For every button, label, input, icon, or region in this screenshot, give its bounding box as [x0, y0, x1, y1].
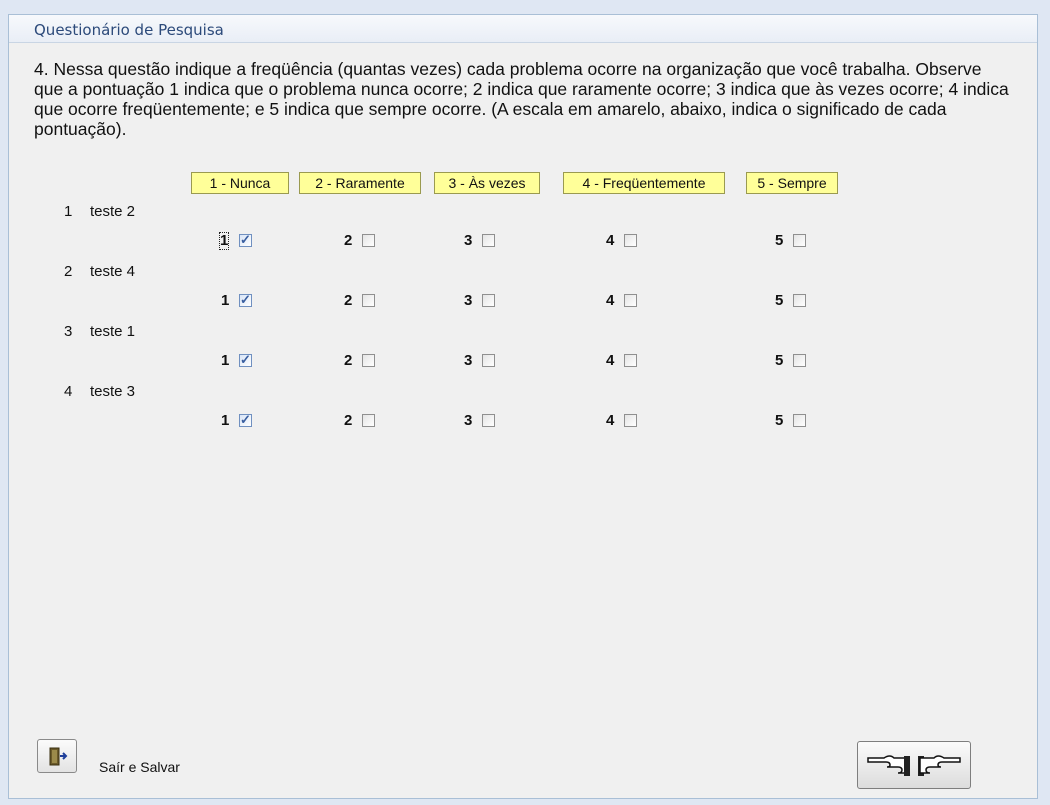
item-text: teste 1 — [90, 323, 136, 340]
rating-digit: 4 — [606, 292, 615, 309]
rating-checkbox[interactable] — [624, 354, 637, 367]
rating-checkbox[interactable] — [239, 292, 252, 308]
rating-digit: 3 — [464, 292, 473, 309]
scale-label-as-vezes: 3 - Às vezes — [434, 172, 540, 194]
rating-checkbox[interactable] — [624, 414, 637, 427]
rating-digit: 3 — [464, 412, 473, 429]
rating-checkbox[interactable] — [624, 294, 637, 307]
rating-checkbox[interactable] — [239, 232, 252, 248]
rating-checkbox[interactable] — [482, 414, 495, 427]
rating-digit: 1 — [221, 412, 230, 429]
rating-digit: 4 — [606, 352, 615, 369]
rating-checkbox[interactable] — [793, 354, 806, 367]
scale-label-nunca: 1 - Nunca — [191, 172, 289, 194]
rating-digit: 3 — [464, 352, 473, 369]
rating-checkbox[interactable] — [624, 234, 637, 247]
rating-digit: 4 — [606, 232, 615, 249]
item-label: 3 teste 1 — [64, 323, 135, 340]
rating-checkbox[interactable] — [793, 234, 806, 247]
exit-save-label: Saír e Salvar — [99, 759, 180, 775]
rating-checkbox[interactable] — [239, 412, 252, 428]
rating-digit: 4 — [606, 412, 615, 429]
question-text: 4. Nessa questão indique a freqüência (q… — [34, 59, 1009, 139]
item-number: 3 — [64, 323, 73, 340]
rating-checkbox[interactable] — [362, 414, 375, 427]
rating-digit: 2 — [344, 412, 353, 429]
rating-checkbox[interactable] — [482, 234, 495, 247]
rating-digit: 1 — [219, 232, 230, 250]
rating-digit: 1 — [221, 292, 230, 309]
exit-save-button[interactable] — [37, 739, 77, 773]
rating-checkbox[interactable] — [362, 354, 375, 367]
item-text: teste 2 — [90, 203, 136, 220]
item-label: 1 teste 2 — [64, 203, 135, 220]
rating-digit: 2 — [344, 352, 353, 369]
item-number: 1 — [64, 203, 73, 220]
questionnaire-window: Questionário de Pesquisa 4. Nessa questã… — [8, 14, 1038, 799]
rating-checkbox[interactable] — [482, 294, 495, 307]
item-text: teste 3 — [90, 383, 136, 400]
item-label: 2 teste 4 — [64, 263, 135, 280]
rating-digit: 5 — [775, 292, 784, 309]
scale-label-frequentemente: 4 - Freqüentemente — [563, 172, 725, 194]
rating-digit: 5 — [775, 352, 784, 369]
scale-label-sempre: 5 - Sempre — [746, 172, 838, 194]
pointing-hands-icon — [867, 755, 961, 776]
navigation-button[interactable] — [857, 741, 971, 789]
rating-checkbox[interactable] — [482, 354, 495, 367]
rating-digit: 3 — [464, 232, 473, 249]
rating-digit: 2 — [344, 292, 353, 309]
rating-digit: 5 — [775, 232, 784, 249]
item-label: 4 teste 3 — [64, 383, 135, 400]
window-title: Questionário de Pesquisa — [34, 21, 224, 39]
title-bar: Questionário de Pesquisa — [9, 15, 1037, 43]
rating-checkbox[interactable] — [793, 414, 806, 427]
rating-checkbox[interactable] — [362, 234, 375, 247]
rating-digit: 1 — [221, 352, 230, 369]
exit-door-icon — [49, 747, 68, 766]
scale-label-raramente: 2 - Raramente — [299, 172, 421, 194]
rating-checkbox[interactable] — [362, 294, 375, 307]
item-number: 2 — [64, 263, 73, 280]
rating-checkbox[interactable] — [793, 294, 806, 307]
item-number: 4 — [64, 383, 73, 400]
rating-checkbox[interactable] — [239, 352, 252, 368]
item-text: teste 4 — [90, 263, 136, 280]
rating-digit: 5 — [775, 412, 784, 429]
rating-digit: 2 — [344, 232, 353, 249]
